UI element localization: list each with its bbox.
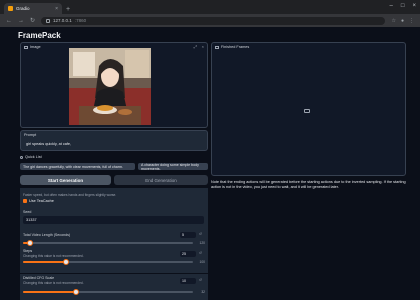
steps-fill (23, 261, 66, 263)
video-length-label: Total Video Length (Seconds) (23, 233, 71, 237)
image-label: Image (24, 45, 41, 49)
cfg-knob[interactable] (72, 289, 79, 295)
video-length-knob[interactable] (26, 240, 33, 246)
back-icon[interactable]: ← (6, 18, 12, 24)
cfg-number[interactable]: 10 (180, 278, 196, 284)
site-info-icon[interactable] (46, 18, 51, 23)
steps-reset-icon[interactable]: ↺ (199, 251, 202, 255)
video-placeholder-icon (304, 109, 310, 113)
video-label-icon (215, 45, 219, 49)
close-tab-icon[interactable]: × (55, 6, 58, 12)
quick-list-icon (20, 155, 23, 159)
steps-label: Steps (23, 249, 33, 253)
cfg-label: Distilled CFG Scale (23, 276, 55, 280)
quick-list-label: Quick List (20, 155, 42, 159)
star-icon[interactable]: ☆ (391, 18, 395, 24)
video-length-reset-icon[interactable]: ↺ (199, 232, 202, 236)
quick-list-label-text: Quick List (25, 155, 42, 159)
cfg-reset-icon[interactable]: ↺ (199, 278, 202, 282)
maximize-icon[interactable]: □ (401, 3, 405, 9)
quick-list: Quick List The girl dances gracefully, w… (20, 154, 208, 172)
finished-frames-label: Finished Frames (215, 45, 249, 49)
address-host: 127.0.0.1 (53, 18, 72, 23)
seed-label: Seed (23, 210, 32, 214)
minimize-icon[interactable]: – (390, 3, 393, 9)
steps-max: 100 (199, 260, 205, 264)
prompt-value: girl speaks quickly, at cafe, (26, 142, 72, 146)
finished-frames-label-text: Finished Frames (221, 45, 250, 49)
cfg-fill (23, 291, 76, 293)
cfg-slider[interactable] (23, 289, 193, 295)
window-close-icon[interactable]: × (412, 3, 416, 9)
toolbar-icons: ☆ ● ⋮ (391, 18, 414, 24)
address-bar-row: ← → ↻ 127.0.0.1:7860 ☆ ● ⋮ (0, 14, 420, 27)
seed-input[interactable]: 31337 (23, 216, 204, 224)
reload-icon[interactable]: ↻ (30, 17, 35, 24)
image-input-panel[interactable]: Image ⤢ × (20, 42, 208, 128)
new-tab-button[interactable]: + (66, 6, 70, 13)
address-input[interactable]: 127.0.0.1:7860 (41, 16, 386, 25)
steps-note: Changing this value is not recommended. (23, 254, 84, 258)
prompt-field[interactable]: Prompt girl speaks quickly, at cafe, (20, 130, 208, 151)
finished-frames-panel[interactable]: Finished Frames (211, 42, 406, 176)
page-title: FramePack (18, 31, 61, 40)
image-label-text: Image (30, 45, 41, 49)
sampling-note: Note that the ending actions will be gen… (211, 180, 406, 189)
forward-icon[interactable]: → (18, 18, 24, 24)
browser-tab[interactable]: Gradio × (4, 3, 62, 14)
fullscreen-icon[interactable]: ⤢ (194, 44, 197, 49)
address-port: :7860 (74, 18, 87, 23)
quick-list-item[interactable]: The girl dances gracefully, with clear m… (20, 163, 135, 170)
steps-number[interactable]: 25 (180, 251, 196, 257)
steps-slider[interactable] (23, 259, 193, 265)
clear-image-icon[interactable]: × (202, 44, 204, 49)
uploaded-image (69, 48, 151, 125)
browser-tab-bar: Gradio × + – □ × (0, 0, 420, 14)
prompt-label: Prompt (24, 133, 37, 137)
video-length-slider[interactable] (23, 240, 193, 246)
teacache-checkbox[interactable]: Use TeaCache (23, 199, 54, 203)
tab-title: Gradio (16, 6, 30, 11)
gradio-favicon-icon (8, 6, 13, 11)
settings-panel: Faster speed, but often makes hands and … (20, 188, 208, 273)
video-length-number[interactable]: 5 (180, 232, 196, 238)
window-controls: – □ × (390, 3, 416, 9)
teacache-label: Use TeaCache (29, 199, 54, 203)
video-length-max: 120 (199, 241, 205, 245)
profile-icon[interactable]: ● (401, 18, 404, 24)
checkbox-checked-icon (23, 199, 27, 203)
end-generation-button[interactable]: End Generation (114, 175, 208, 185)
start-generation-button[interactable]: Start Generation (20, 175, 111, 185)
image-icon (24, 45, 28, 49)
teacache-note: Faster speed, but often makes hands and … (23, 193, 117, 197)
cfg-note: Changing this value is not recommended. (23, 281, 84, 285)
quick-list-item[interactable]: A character doing some simple body movem… (138, 163, 208, 171)
steps-knob[interactable] (62, 259, 69, 265)
menu-icon[interactable]: ⋮ (409, 18, 414, 24)
cfg-max: 32 (201, 290, 205, 294)
cfg-section: Distilled CFG Scale Changing this value … (20, 274, 208, 300)
